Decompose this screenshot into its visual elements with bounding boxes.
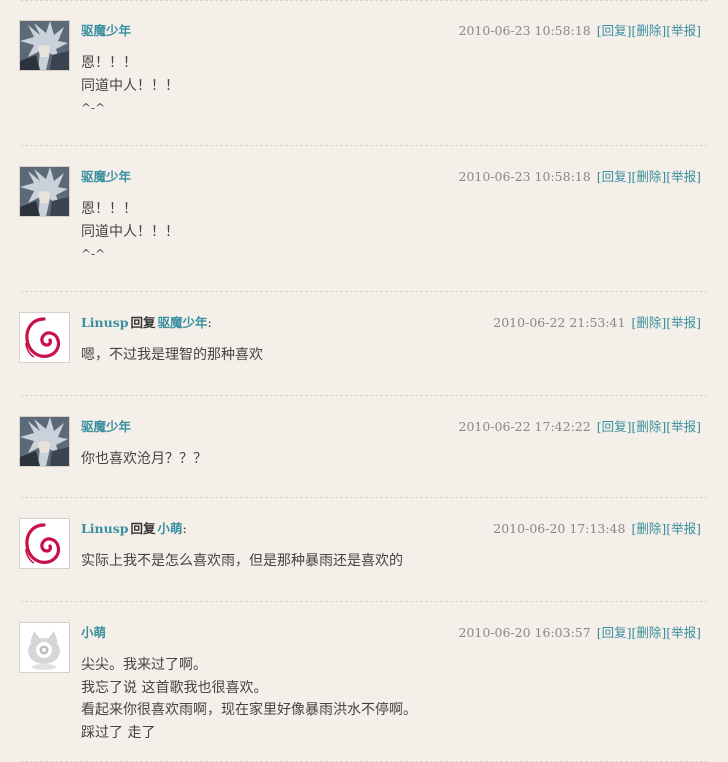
- avatar-debian[interactable]: [19, 518, 70, 569]
- comment-header: 驱魔少年 2010-06-23 10:58:18 [回复][删除][举报]: [81, 168, 701, 186]
- comment-meta: 2010-06-20 17:13:48 [删除][举报]: [493, 520, 701, 538]
- avatar-debian[interactable]: [19, 312, 70, 363]
- comment-body: 恩！！！ 同道中人！！！ ^-^: [81, 52, 179, 120]
- comment-timestamp: 2010-06-20 17:13:48: [493, 521, 626, 536]
- comment-header: 小萌 2010-06-20 16:03:57 [回复][删除][举报]: [81, 624, 701, 642]
- debian-swirl-icon: [20, 313, 69, 362]
- delete-link[interactable]: [删除]: [631, 625, 666, 640]
- reply-link[interactable]: [回复]: [597, 625, 632, 640]
- comment-meta: 2010-06-20 16:03:57 [回复][删除][举报]: [459, 624, 701, 642]
- comment-timestamp: 2010-06-22 21:53:41: [493, 315, 626, 330]
- comment-meta: 2010-06-22 17:42:22 [回复][删除][举报]: [459, 418, 701, 436]
- comment-line: 嗯，不过我是理智的那种喜欢: [81, 347, 263, 363]
- comment-timestamp: 2010-06-22 17:42:22: [458, 419, 591, 434]
- report-link[interactable]: [举报]: [666, 625, 701, 640]
- comment-body: 你也喜欢沧月？？？: [81, 448, 207, 471]
- comment-line: ^-^: [81, 101, 106, 115]
- delete-link[interactable]: [删除]: [631, 23, 666, 38]
- comment-author-link[interactable]: 驱魔少年: [81, 23, 131, 38]
- comment-line: 看起来你很喜欢雨啊，现在家里好像暴雨洪水不停啊。: [81, 702, 417, 718]
- reply-target-link[interactable]: 驱魔少年: [158, 315, 208, 330]
- report-link[interactable]: [举报]: [666, 169, 701, 184]
- comment-body: 实际上我不是怎么喜欢雨，但是那种暴雨还是喜欢的: [81, 550, 403, 573]
- colon: :: [207, 315, 212, 330]
- comment-author-link[interactable]: 小萌: [81, 625, 106, 640]
- report-link[interactable]: [举报]: [666, 315, 701, 330]
- comment-item: Linusp 回复 小萌: 2010-06-20 17:13:48 [删除][举报] …: [0, 498, 728, 602]
- comment-meta: 2010-06-22 21:53:41 [删除][举报]: [493, 314, 701, 332]
- comment-header: 驱魔少年 2010-06-23 10:58:18 [回复][删除][举报]: [81, 22, 701, 40]
- comment-timestamp: 2010-06-23 10:58:18: [458, 23, 591, 38]
- reply-target-link[interactable]: 小萌: [158, 521, 183, 536]
- reply-link[interactable]: [回复]: [597, 23, 632, 38]
- comment-author-link[interactable]: Linusp: [81, 315, 129, 330]
- comment-line: 我忘了说 这首歌我也很喜欢。: [81, 679, 268, 696]
- avatar-anime[interactable]: [19, 20, 70, 71]
- comment-header: Linusp 回复 小萌: 2010-06-20 17:13:48 [删除][举报]: [81, 520, 701, 538]
- comment-line: 同道中人！！！: [81, 77, 179, 94]
- comment-timestamp: 2010-06-23 10:58:18: [458, 169, 591, 184]
- comment-meta: 2010-06-23 10:58:18 [回复][删除][举报]: [459, 22, 701, 40]
- delete-link[interactable]: [删除]: [631, 521, 666, 536]
- comment-author-link[interactable]: 驱魔少年: [81, 419, 131, 434]
- anime-avatar-icon: [20, 21, 69, 70]
- reply-link[interactable]: [回复]: [597, 419, 632, 434]
- comment-item: 驱魔少年 2010-06-22 17:42:22 [回复][删除][举报] 你也喜…: [0, 396, 728, 498]
- delete-link[interactable]: [删除]: [631, 419, 666, 434]
- comment-line: ^-^: [81, 247, 106, 261]
- delete-link[interactable]: [删除]: [631, 169, 666, 184]
- comment-item: 驱魔少年 2010-06-23 10:58:18 [回复][删除][举报] 恩！！…: [0, 0, 728, 146]
- reply-link[interactable]: [回复]: [597, 169, 632, 184]
- comment-line: 实际上我不是怎么喜欢雨，但是那种暴雨还是喜欢的: [81, 553, 403, 569]
- debian-swirl-icon: [20, 519, 69, 568]
- reply-word: 回复: [130, 315, 156, 330]
- reply-word: 回复: [130, 521, 156, 536]
- comment-line: 同道中人！！！: [81, 223, 179, 240]
- comment-item: Linusp 回复 驱魔少年: 2010-06-22 21:53:41 [删除][举报…: [0, 292, 728, 396]
- report-link[interactable]: [举报]: [666, 419, 701, 434]
- comment-item: 驱魔少年 2010-06-23 10:58:18 [回复][删除][举报] 恩！！…: [0, 146, 728, 292]
- comment-body: 尖尖。我来过了啊。 我忘了说 这首歌我也很喜欢。 看起来你很喜欢雨啊，现在家里好…: [81, 654, 417, 744]
- comment-body: 嗯，不过我是理智的那种喜欢: [81, 344, 263, 367]
- avatar-default[interactable]: [19, 622, 70, 673]
- avatar-anime[interactable]: [19, 166, 70, 217]
- comment-header: Linusp 回复 驱魔少年: 2010-06-22 21:53:41 [删除][举报…: [81, 314, 701, 332]
- comment-line: 恩！！！: [81, 201, 137, 217]
- comment-author-link[interactable]: Linusp: [81, 521, 129, 536]
- anime-avatar-icon: [20, 417, 69, 466]
- anime-avatar-icon: [20, 167, 69, 216]
- report-link[interactable]: [举报]: [666, 521, 701, 536]
- comment-header: 驱魔少年 2010-06-22 17:42:22 [回复][删除][举报]: [81, 418, 701, 436]
- comment-meta: 2010-06-23 10:58:18 [回复][删除][举报]: [459, 168, 701, 186]
- default-avatar-icon: [20, 623, 69, 672]
- report-link[interactable]: [举报]: [666, 23, 701, 38]
- avatar-anime[interactable]: [19, 416, 70, 467]
- comment-line: 踩过了 走了: [81, 724, 156, 741]
- comment-timestamp: 2010-06-20 16:03:57: [458, 625, 591, 640]
- colon: :: [182, 521, 187, 536]
- comment-author-link[interactable]: 驱魔少年: [81, 169, 131, 184]
- comment-line: 你也喜欢沧月？？？: [81, 451, 207, 467]
- comment-body: 恩！！！ 同道中人！！！ ^-^: [81, 198, 179, 266]
- comment-line: 恩！！！: [81, 55, 137, 71]
- delete-link[interactable]: [删除]: [631, 315, 666, 330]
- comment-item: 小萌 2010-06-20 16:03:57 [回复][删除][举报] 尖尖。我来…: [0, 602, 728, 762]
- comment-line: 尖尖。我来过了啊。: [81, 657, 207, 673]
